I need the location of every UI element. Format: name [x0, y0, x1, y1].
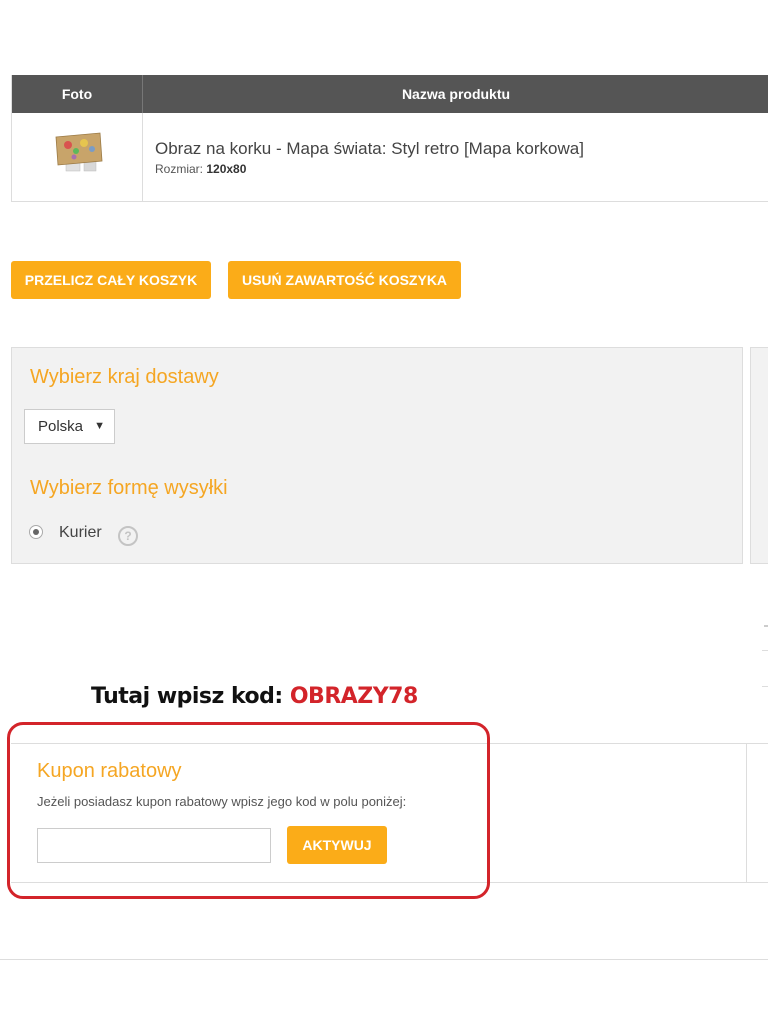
triangle-down-icon: ▼: [94, 420, 105, 432]
column-header-photo: Foto: [12, 75, 143, 113]
courier-label[interactable]: Kurier: [59, 524, 102, 542]
edge-divider: [762, 686, 768, 687]
edge-divider: [762, 650, 768, 651]
country-heading: Wybierz kraj dostawy: [30, 366, 219, 388]
radio-selected-dot: [33, 529, 39, 535]
summary-panel-edge: [750, 347, 768, 564]
clear-cart-button[interactable]: USUŃ ZAWARTOŚĆ KOSZYKA: [228, 261, 461, 299]
product-size-value: 120x80: [206, 162, 247, 176]
product-name[interactable]: Obraz na korku - Mapa świata: Styl retro…: [155, 139, 584, 159]
country-select[interactable]: Polska ▼: [24, 409, 115, 444]
promo-code: OBRAZY78: [289, 684, 418, 709]
country-select-value: Polska: [38, 418, 84, 435]
promo-callout: Tutaj wpisz kod: OBRAZY78: [91, 684, 418, 709]
cart-table-header: Foto Nazwa produktu: [12, 75, 768, 113]
promo-callout-text: Tutaj wpisz kod:: [91, 684, 283, 709]
courier-radio[interactable]: [29, 525, 43, 539]
shipping-method-heading: Wybierz formę wysyłki: [30, 477, 228, 499]
cart-table: Foto Nazwa produktu Obraz na korku - Map…: [11, 75, 768, 202]
coupon-highlight-outline: [7, 722, 490, 899]
product-photo-cell: [12, 113, 143, 201]
table-row: Obraz na korku - Mapa świata: Styl retro…: [12, 113, 768, 201]
question-mark-circle-icon[interactable]: ?: [118, 526, 138, 546]
product-size-label: Rozmiar:: [155, 162, 204, 176]
recalculate-cart-button[interactable]: PRZELICZ CAŁY KOSZYK: [11, 261, 211, 299]
product-thumbnail[interactable]: [54, 131, 104, 175]
coupon-panel-divider: [746, 743, 747, 883]
edge-fragment: [764, 625, 768, 627]
page-divider: [0, 959, 768, 960]
column-header-product-name: Nazwa produktu: [401, 86, 511, 102]
product-size: Rozmiar: 120x80: [155, 162, 246, 176]
